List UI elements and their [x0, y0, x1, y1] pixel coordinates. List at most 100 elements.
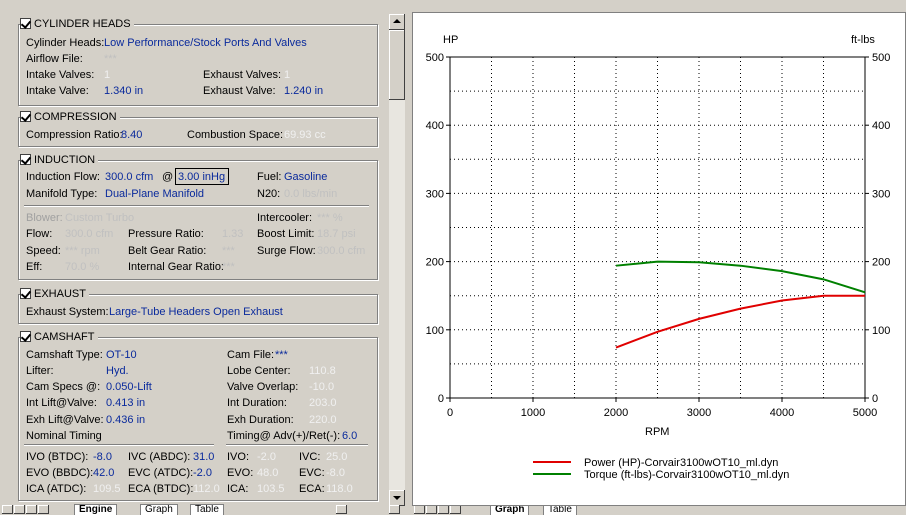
- tab-nav-next-button[interactable]: [26, 505, 37, 514]
- cylinder-heads-title: CYLINDER HEADS: [34, 17, 131, 30]
- y-right-tick-label: 500: [872, 52, 890, 64]
- eff-value[interactable]: 70.0 %: [65, 261, 99, 273]
- compression-header[interactable]: COMPRESSION: [20, 110, 120, 123]
- ivc-adj-value[interactable]: 25.0: [326, 451, 347, 463]
- evc-adj-value[interactable]: -8.0: [326, 467, 345, 479]
- surge-flow-value[interactable]: 300.0 cfm: [317, 245, 365, 257]
- ivc-abdc-value[interactable]: 31.0: [193, 451, 214, 463]
- lobe-center-value[interactable]: 110.8: [309, 365, 336, 377]
- left-hscroll-right[interactable]: [389, 505, 400, 514]
- cylinder-heads-checkbox[interactable]: [20, 18, 31, 29]
- ivc-abdc-label: IVC (ABDC):: [128, 451, 191, 463]
- scroll-up-icon: [393, 19, 401, 23]
- exhaust-header[interactable]: EXHAUST: [20, 287, 89, 300]
- eca-btdc-value[interactable]: 112.0: [193, 483, 220, 495]
- intercooler-label: Intercooler:: [257, 212, 313, 224]
- x-tick-label: 0: [447, 407, 453, 419]
- intake-valves-value[interactable]: 1: [104, 69, 110, 81]
- valve-overlap-value[interactable]: -10.0: [309, 381, 334, 393]
- evo-adj-value[interactable]: 48.0: [257, 467, 278, 479]
- cam-file-value[interactable]: ***: [275, 349, 288, 361]
- boost-limit-value[interactable]: 18.7 psi: [317, 228, 356, 240]
- belt-gear-value[interactable]: ***: [222, 245, 235, 257]
- valve-overlap-label: Valve Overlap:: [227, 381, 299, 393]
- intercooler-value[interactable]: *** %: [317, 212, 343, 224]
- evo-bbdc-value[interactable]: 42.0: [93, 467, 114, 479]
- airflow-value[interactable]: ***: [104, 53, 117, 65]
- int-lift-value[interactable]: 0.413 in: [106, 397, 145, 409]
- cam-specs-value[interactable]: 0.050-Lift: [106, 381, 152, 393]
- compression-checkbox[interactable]: [20, 111, 31, 122]
- blower-value[interactable]: Custom Turbo: [65, 212, 134, 224]
- exh-duration-value[interactable]: 220.0: [309, 414, 337, 426]
- int-duration-label: Int Duration:: [227, 397, 287, 409]
- surge-flow-label: Surge Flow:: [257, 245, 316, 257]
- ica-atdc-value[interactable]: 109.5: [93, 483, 121, 495]
- manifold-value[interactable]: Dual-Plane Manifold: [105, 188, 204, 200]
- pressure-ratio-value[interactable]: 1.33: [222, 228, 243, 240]
- exhaust-valve-value[interactable]: 1.240 in: [284, 85, 323, 97]
- timing-divider: [226, 444, 368, 446]
- y-right-tick-label: 0: [872, 393, 878, 405]
- y-right-tick-label: 400: [872, 120, 890, 132]
- tab-nav-first-button[interactable]: [2, 505, 13, 514]
- scroll-down-button[interactable]: [389, 490, 405, 506]
- tab-nav-last-button[interactable]: [38, 505, 49, 514]
- speed-value[interactable]: *** rpm: [65, 245, 100, 257]
- intake-valve-label: Intake Valve:: [26, 85, 89, 97]
- evc-atdc-value[interactable]: -2.0: [193, 467, 212, 479]
- nominal-timing-label: Nominal Timing: [26, 430, 102, 442]
- blower-flow-value[interactable]: 300.0 cfm: [65, 228, 113, 240]
- y-right-tick-label: 100: [872, 325, 890, 337]
- cylinder-heads-header[interactable]: CYLINDER HEADS: [20, 17, 134, 30]
- int-duration-value[interactable]: 203.0: [309, 397, 337, 409]
- camshaft-checkbox[interactable]: [20, 331, 31, 342]
- ica-adj-value[interactable]: 103.5: [257, 483, 285, 495]
- right-tab-nav-first[interactable]: [414, 505, 425, 514]
- right-tab-nav-prev[interactable]: [426, 505, 437, 514]
- induction-header[interactable]: INDUCTION: [20, 153, 99, 166]
- internal-gear-value[interactable]: ***: [222, 261, 235, 273]
- exhaust-title: EXHAUST: [34, 287, 86, 300]
- eca-adj-value[interactable]: 118.0: [326, 483, 353, 495]
- x-tick-label: 4000: [770, 407, 794, 419]
- tab-engine[interactable]: Engine: [74, 504, 118, 515]
- manifold-label: Manifold Type:: [26, 188, 98, 200]
- y-left-tick-label: 100: [426, 325, 444, 337]
- int-lift-label: Int Lift@Valve:: [26, 397, 97, 409]
- x-tick-label: 1000: [521, 407, 545, 419]
- lifter-value[interactable]: Hyd.: [106, 365, 129, 377]
- timing-adv-value[interactable]: 6.0: [342, 430, 357, 442]
- exh-lift-value[interactable]: 0.436 in: [106, 414, 145, 426]
- tab-table-left[interactable]: Table: [190, 504, 224, 515]
- y-left-tick-label: 400: [426, 120, 444, 132]
- compression-ratio-value[interactable]: 8.40: [121, 129, 142, 141]
- left-hscroll-left[interactable]: [336, 505, 347, 514]
- exhaust-valves-value[interactable]: 1: [284, 69, 290, 81]
- right-tab-nav-next[interactable]: [438, 505, 449, 514]
- vacuum-value[interactable]: 3.00 inHg: [178, 171, 225, 183]
- intake-valve-value[interactable]: 1.340 in: [104, 85, 143, 97]
- ivo-adj-value[interactable]: -2.0: [257, 451, 276, 463]
- scroll-thumb[interactable]: [389, 30, 405, 100]
- fuel-value[interactable]: Gasoline: [284, 171, 327, 183]
- chart-legend: Power (HP)-Corvair3100wOT10_ml.dynTorque…: [533, 457, 789, 481]
- cam-type-value[interactable]: OT-10: [106, 349, 137, 361]
- exhaust-system-value[interactable]: Large-Tube Headers Open Exhaust: [109, 306, 283, 318]
- scroll-up-button[interactable]: [389, 14, 405, 30]
- ica-atdc-label: ICA (ATDC):: [26, 483, 87, 495]
- ivo-btdc-value[interactable]: -8.0: [93, 451, 112, 463]
- tab-nav-prev-button[interactable]: [14, 505, 25, 514]
- exhaust-checkbox[interactable]: [20, 288, 31, 299]
- x-tick-label: 3000: [687, 407, 711, 419]
- right-tab-nav-last[interactable]: [450, 505, 461, 514]
- n20-value[interactable]: 0.0 lbs/min: [284, 188, 337, 200]
- induction-flow-value[interactable]: 300.0 cfm: [105, 171, 153, 183]
- tab-graph-left[interactable]: Graph: [140, 504, 178, 515]
- induction-divider: [24, 205, 369, 207]
- combustion-space-value[interactable]: 69.93 cc: [284, 129, 326, 141]
- heads-value[interactable]: Low Performance/Stock Ports And Valves: [104, 37, 307, 49]
- camshaft-header[interactable]: CAMSHAFT: [20, 330, 98, 343]
- induction-checkbox[interactable]: [20, 154, 31, 165]
- left-scrollbar[interactable]: [389, 14, 405, 506]
